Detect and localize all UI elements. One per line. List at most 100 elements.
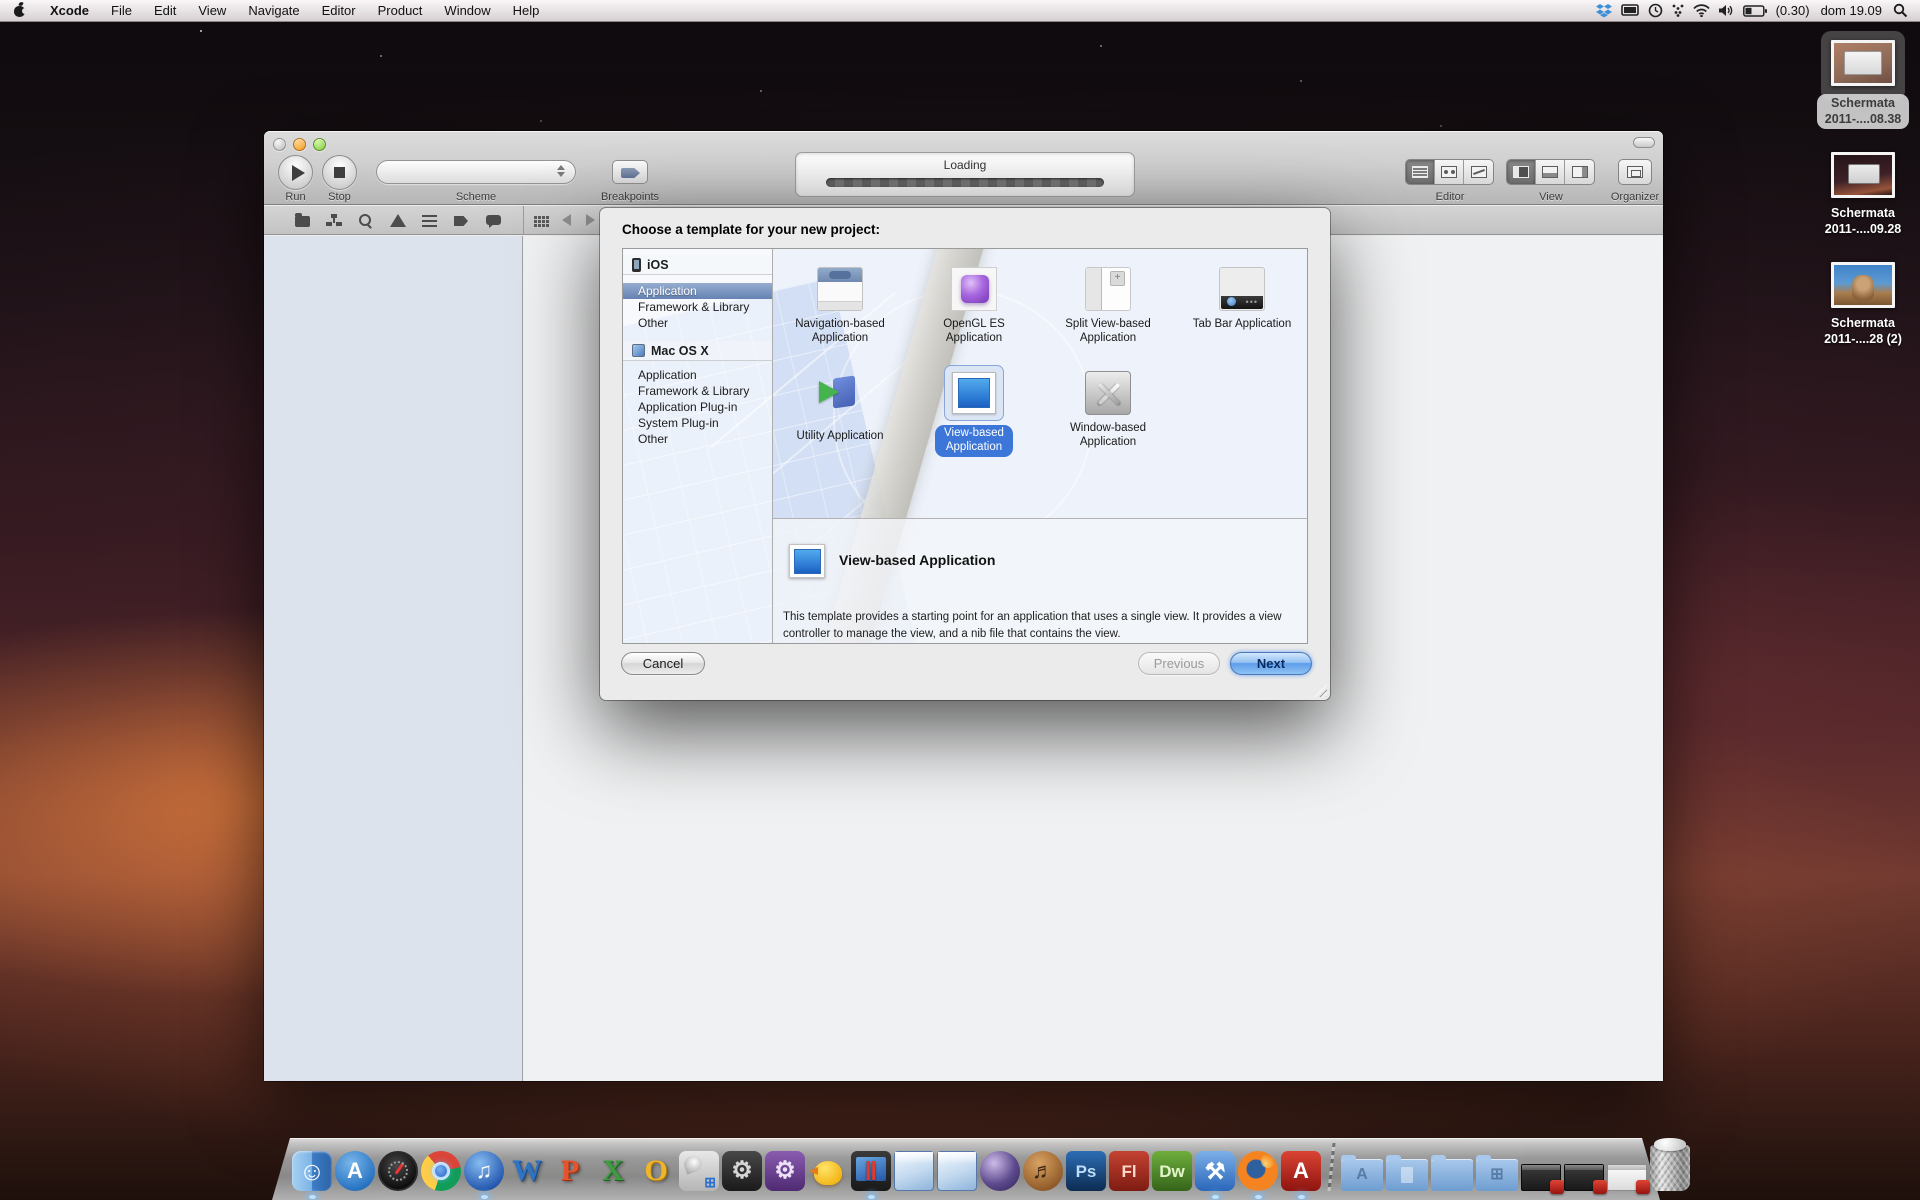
symbol-navigator-icon[interactable] (326, 214, 342, 227)
dock-photoshop-icon[interactable]: Ps (1066, 1151, 1106, 1191)
dock-finder-icon[interactable]: ☺ (292, 1151, 332, 1191)
template-tab-bar[interactable]: ••• Tab Bar Application (1180, 267, 1304, 331)
breakpoints-button[interactable] (612, 160, 648, 184)
toolbar-toggle-button[interactable] (1633, 137, 1655, 148)
dock-dreamweaver-icon[interactable]: Dw (1152, 1151, 1192, 1191)
macosx-application-row[interactable]: Application (623, 367, 772, 383)
dock-remote-desktop-icon[interactable]: ⊞ (679, 1151, 719, 1191)
screenshot-thumbnail[interactable] (1831, 40, 1895, 86)
screenshot-thumbnail[interactable] (1831, 262, 1895, 308)
dock-acrobat-reader-icon[interactable]: A (1281, 1151, 1321, 1191)
bluetooth-icon[interactable] (1672, 0, 1684, 21)
utilities-panel-segment[interactable] (1565, 160, 1594, 184)
dock-app-store-icon[interactable]: A (335, 1151, 375, 1191)
menu-file[interactable]: File (100, 0, 143, 22)
menu-bar-clock[interactable]: dom 19.09 (1819, 3, 1884, 18)
organizer-button[interactable] (1618, 159, 1652, 185)
display-icon[interactable] (1621, 0, 1639, 21)
dock-excel-icon[interactable]: X (593, 1151, 633, 1191)
desktop-icon-screenshot-1[interactable]: Schermata2011-....08.38 (1808, 40, 1918, 129)
debug-area-segment[interactable] (1536, 160, 1565, 184)
menu-editor[interactable]: Editor (311, 0, 367, 22)
template-navigation-based[interactable]: Navigation-basedApplication (778, 267, 902, 346)
ios-other-row[interactable]: Other (623, 315, 772, 331)
ios-application-row[interactable]: Application (623, 283, 772, 299)
close-button[interactable] (273, 138, 286, 151)
apple-menu-icon[interactable] (14, 4, 27, 17)
menu-edit[interactable]: Edit (143, 0, 187, 22)
assistant-editor-segment[interactable] (1435, 160, 1464, 184)
dock-eclipse-icon[interactable] (980, 1151, 1020, 1191)
dock-trash-icon[interactable] (1650, 1145, 1690, 1191)
search-navigator-icon[interactable] (358, 214, 374, 227)
ios-framework-library-row[interactable]: Framework & Library (623, 299, 772, 315)
standard-editor-segment[interactable] (1406, 160, 1435, 184)
screenshot-thumbnail[interactable] (1831, 152, 1895, 198)
menu-product[interactable]: Product (367, 0, 434, 22)
related-items-icon[interactable] (534, 216, 537, 219)
menu-xcode[interactable]: Xcode (39, 0, 100, 22)
macosx-application-plugin-row[interactable]: Application Plug-in (623, 399, 772, 415)
dock-firefox-icon[interactable] (1238, 1151, 1278, 1191)
battery-percentage[interactable]: (0.30) (1776, 3, 1810, 18)
forward-arrow-icon[interactable] (586, 214, 595, 226)
dock-cube-app-2-icon[interactable] (937, 1151, 977, 1191)
minimize-button[interactable] (293, 138, 306, 151)
cancel-button[interactable]: Cancel (621, 652, 705, 675)
template-split-view-based[interactable]: Split View-basedApplication (1046, 267, 1170, 346)
dock-windows-folder-icon[interactable]: ⊞ (1476, 1159, 1518, 1191)
dock-powerpoint-icon[interactable]: P (550, 1151, 590, 1191)
stop-button[interactable] (322, 155, 357, 190)
dock-documents-folder-icon[interactable] (1386, 1159, 1428, 1191)
run-button[interactable] (278, 155, 313, 190)
macosx-system-plugin-row[interactable]: System Plug-in (623, 415, 772, 431)
dock-utilities-icon[interactable]: ⚙ (722, 1151, 762, 1191)
next-button[interactable]: Next (1230, 652, 1312, 675)
template-opengl-es[interactable]: OpenGL ESApplication (912, 267, 1036, 346)
macosx-other-row[interactable]: Other (623, 431, 772, 447)
time-machine-icon[interactable] (1648, 0, 1663, 21)
dock-outlook-icon[interactable]: O (636, 1151, 676, 1191)
navigator-panel-segment[interactable] (1507, 160, 1536, 184)
volume-icon[interactable] (1719, 0, 1734, 21)
zoom-button[interactable] (313, 138, 326, 151)
menu-window[interactable]: Window (433, 0, 501, 22)
dock-minimized-pdf-window-1[interactable] (1521, 1164, 1561, 1191)
resize-grip[interactable] (1314, 684, 1327, 697)
dock-flash-icon[interactable]: Fl (1109, 1151, 1149, 1191)
dock-parallels-icon[interactable]: ‖ (851, 1151, 891, 1191)
template-view-based-selected[interactable]: View-basedApplication (912, 365, 1036, 457)
dock-dashboard-icon[interactable] (378, 1151, 418, 1191)
menu-help[interactable]: Help (502, 0, 551, 22)
dock-downloads-folder-icon[interactable] (1431, 1159, 1473, 1191)
desktop-icon-screenshot-3[interactable]: Schermata2011-....28 (2) (1808, 262, 1918, 347)
debug-navigator-icon[interactable] (422, 215, 437, 227)
dock-itunes-icon[interactable]: ♫ (464, 1151, 504, 1191)
spotlight-icon[interactable] (1893, 0, 1908, 21)
dock-cyberduck-icon[interactable] (808, 1151, 848, 1191)
project-navigator-icon[interactable] (295, 216, 310, 227)
previous-button[interactable]: Previous (1138, 652, 1220, 675)
desktop-icon-screenshot-2[interactable]: Schermata2011-....09.28 (1808, 152, 1918, 237)
dock-minimized-pdf-window-3[interactable] (1607, 1164, 1647, 1191)
dock-cube-app-1-icon[interactable] (894, 1151, 934, 1191)
dropbox-icon[interactable] (1596, 0, 1612, 21)
dock-garageband-icon[interactable]: ♬ (1023, 1151, 1063, 1191)
breakpoint-navigator-icon[interactable] (454, 216, 468, 226)
scheme-popup[interactable] (376, 160, 576, 184)
template-window-based[interactable]: Window-basedApplication (1046, 371, 1170, 450)
wifi-icon[interactable] (1693, 0, 1710, 21)
dock-applications-folder-icon[interactable]: A (1341, 1159, 1383, 1191)
macosx-framework-library-row[interactable]: Framework & Library (623, 383, 772, 399)
menu-view[interactable]: View (187, 0, 237, 22)
dock-xcode-icon[interactable]: ⚒ (1195, 1151, 1235, 1191)
navigator-sidebar[interactable] (264, 236, 523, 1081)
log-navigator-icon[interactable] (486, 215, 501, 225)
menu-navigate[interactable]: Navigate (237, 0, 310, 22)
dock-word-icon[interactable]: W (507, 1151, 547, 1191)
battery-icon[interactable] (1743, 0, 1767, 21)
dock-minimized-pdf-window-2[interactable] (1564, 1164, 1604, 1191)
back-arrow-icon[interactable] (562, 214, 571, 226)
template-utility[interactable]: Utility Application (778, 371, 902, 443)
dock-plist-editor-icon[interactable]: ⚙ (765, 1151, 805, 1191)
